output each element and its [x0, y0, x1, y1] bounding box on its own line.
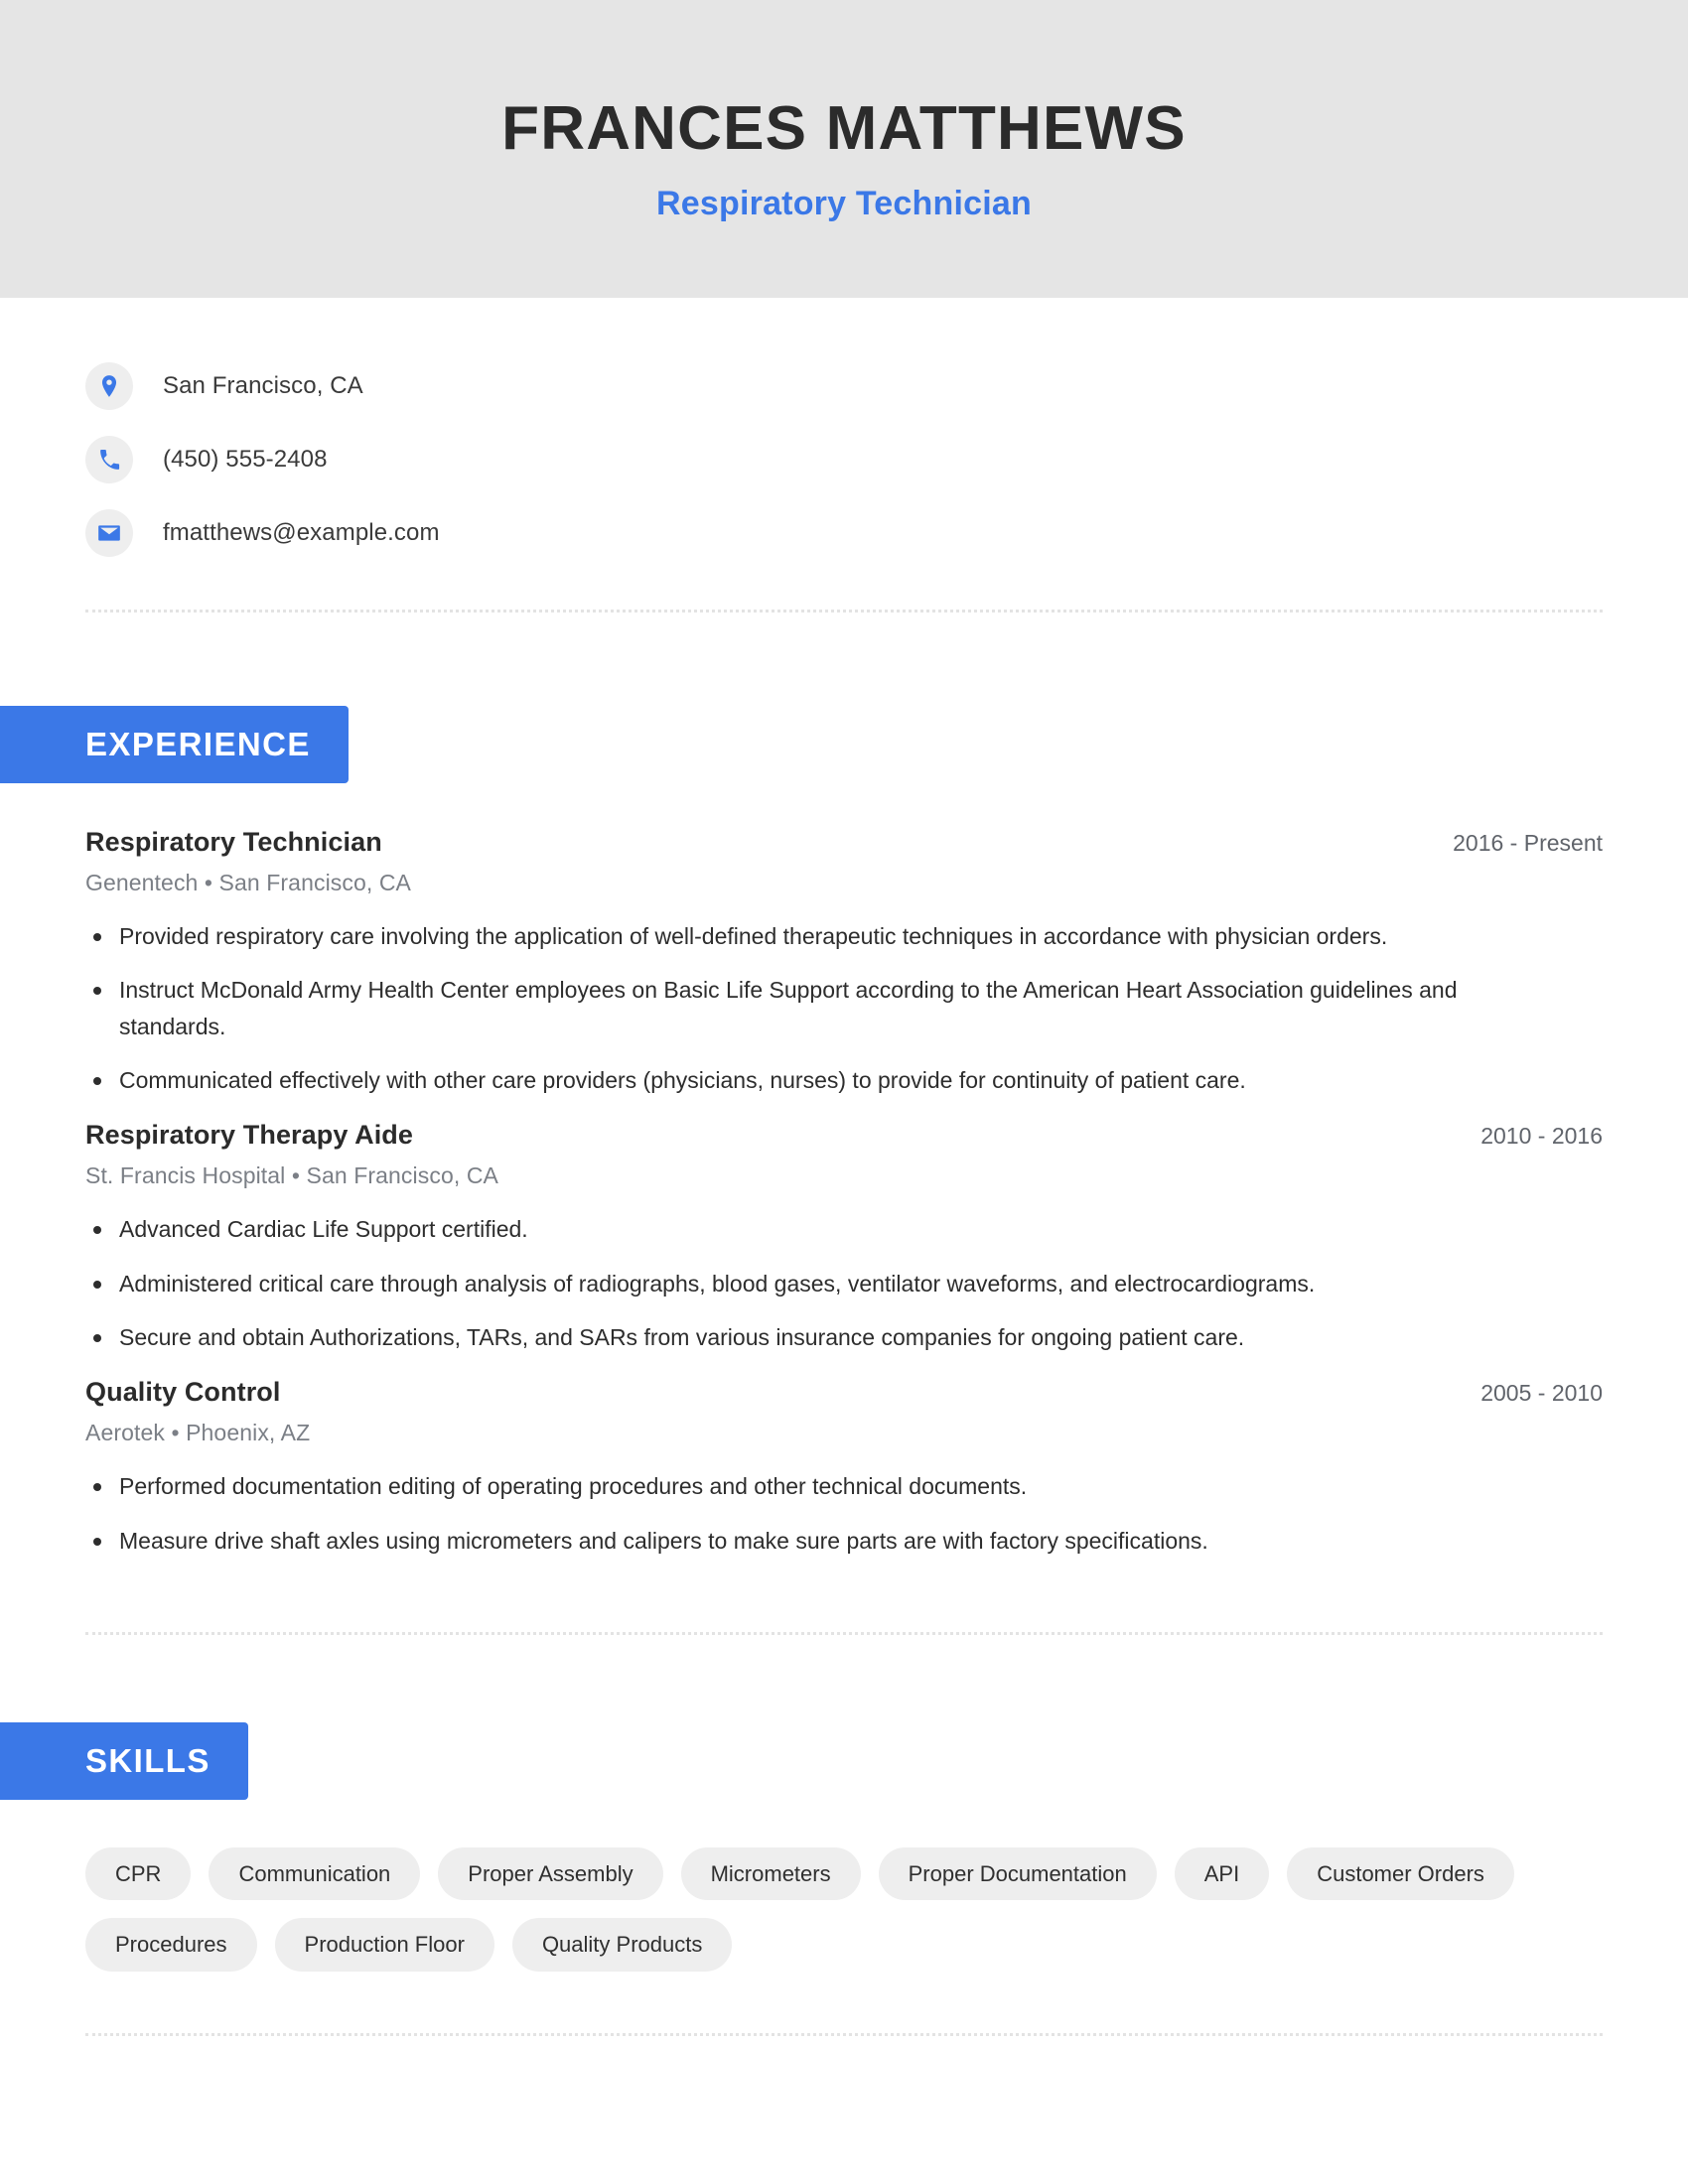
skill-tag: Micrometers [680, 1846, 861, 1901]
bullet-item: Measure drive shaft axles using micromet… [85, 1523, 1495, 1559]
contact-row-phone: (450) 555-2408 [85, 423, 1603, 496]
divider-after-skills [85, 2032, 1603, 2036]
page-title: FRANCES MATTHEWS [501, 93, 1187, 163]
experience-entry: Quality Control 2005 - 2010 Aerotek • Ph… [85, 1377, 1603, 1559]
bullet-item: Provided respiratory care involving the … [85, 918, 1495, 954]
header-subtitle: Respiratory Technician [656, 185, 1032, 223]
entry-role: Respiratory Therapy Aide [85, 1120, 413, 1151]
experience-entry: Respiratory Therapy Aide 2010 - 2016 St.… [85, 1120, 1603, 1355]
entry-company-location: Aerotek • Phoenix, AZ [85, 1420, 311, 1446]
entry-dates: 2016 - Present [1453, 830, 1603, 856]
skill-tag: Quality Products [511, 1918, 733, 1972]
bullet-item: Administered critical care through analy… [85, 1266, 1495, 1301]
skills-heading-row: SKILLS [0, 1721, 1603, 1800]
skill-tag: Production Floor [274, 1918, 494, 1972]
skills-section: SKILLS CPR Communication Proper Assembly… [0, 1681, 1603, 2090]
skill-tag: Customer Orders [1287, 1846, 1514, 1901]
bullet-item: Performed documentation editing of opera… [85, 1468, 1495, 1504]
skill-tag-list: CPR Communication Proper Assembly Microm… [85, 1846, 1603, 1972]
bullet-item: Instruct McDonald Army Health Center emp… [85, 972, 1495, 1044]
resume-page: FRANCES MATTHEWS Respiratory Technician … [0, 0, 1688, 2184]
entry-bullets: Advanced Cardiac Life Support certified.… [85, 1211, 1603, 1355]
entry-dates: 2005 - 2010 [1480, 1380, 1603, 1407]
contact-block: San Francisco, CA (450) 555-2408 fmatthe… [85, 298, 1603, 613]
entry-dates: 2010 - 2016 [1480, 1123, 1603, 1150]
entry-role: Respiratory Technician [85, 827, 382, 857]
entry-role: Quality Control [85, 1377, 281, 1408]
contact-email-value: fmatthews@example.com [163, 519, 440, 546]
entry-header: Respiratory Technician 2016 - Present [85, 827, 1603, 858]
entry-company-location: St. Francis Hospital • San Francisco, CA [85, 1162, 498, 1189]
divider-after-experience [85, 1631, 1603, 1635]
contact-row-email: fmatthews@example.com [85, 496, 1603, 570]
contact-phone-value: (450) 555-2408 [163, 446, 328, 473]
entry-company-location: Genentech • San Francisco, CA [85, 870, 411, 895]
section-heading-skills: SKILLS [0, 1721, 248, 1800]
contact-location-value: San Francisco, CA [163, 372, 363, 399]
location-pin-icon [85, 362, 133, 410]
entry-bullets: Performed documentation editing of opera… [85, 1468, 1603, 1559]
skill-tag: CPR [85, 1846, 192, 1901]
bullet-item: Advanced Cardiac Life Support certified. [85, 1211, 1495, 1247]
contact-row-location: San Francisco, CA [85, 349, 1603, 423]
skill-tag: Procedures [85, 1918, 257, 1972]
bullet-item: Secure and obtain Authorizations, TARs, … [85, 1319, 1495, 1355]
phone-icon [85, 436, 133, 483]
skill-tag: Proper Assembly [438, 1846, 663, 1901]
entry-bullets: Provided respiratory care involving the … [85, 918, 1603, 1098]
skill-tag: API [1174, 1846, 1270, 1901]
skill-tag: Proper Documentation [878, 1846, 1157, 1901]
section-heading-experience: EXPERIENCE [0, 706, 349, 783]
experience-heading-row: EXPERIENCE [0, 706, 1603, 783]
resume-body: San Francisco, CA (450) 555-2408 fmatthe… [0, 298, 1688, 2090]
email-icon [85, 509, 133, 557]
bullet-item: Communicated effectively with other care… [85, 1062, 1495, 1098]
entry-header: Quality Control 2005 - 2010 [85, 1377, 1603, 1408]
skill-tag: Communication [209, 1846, 421, 1901]
resume-header: FRANCES MATTHEWS Respiratory Technician [0, 0, 1688, 298]
experience-section: EXPERIENCE Respiratory Technician 2016 -… [0, 613, 1603, 1681]
entry-header: Respiratory Therapy Aide 2010 - 2016 [85, 1120, 1603, 1151]
experience-entry: Respiratory Technician 2016 - Present Ge… [85, 827, 1603, 1098]
